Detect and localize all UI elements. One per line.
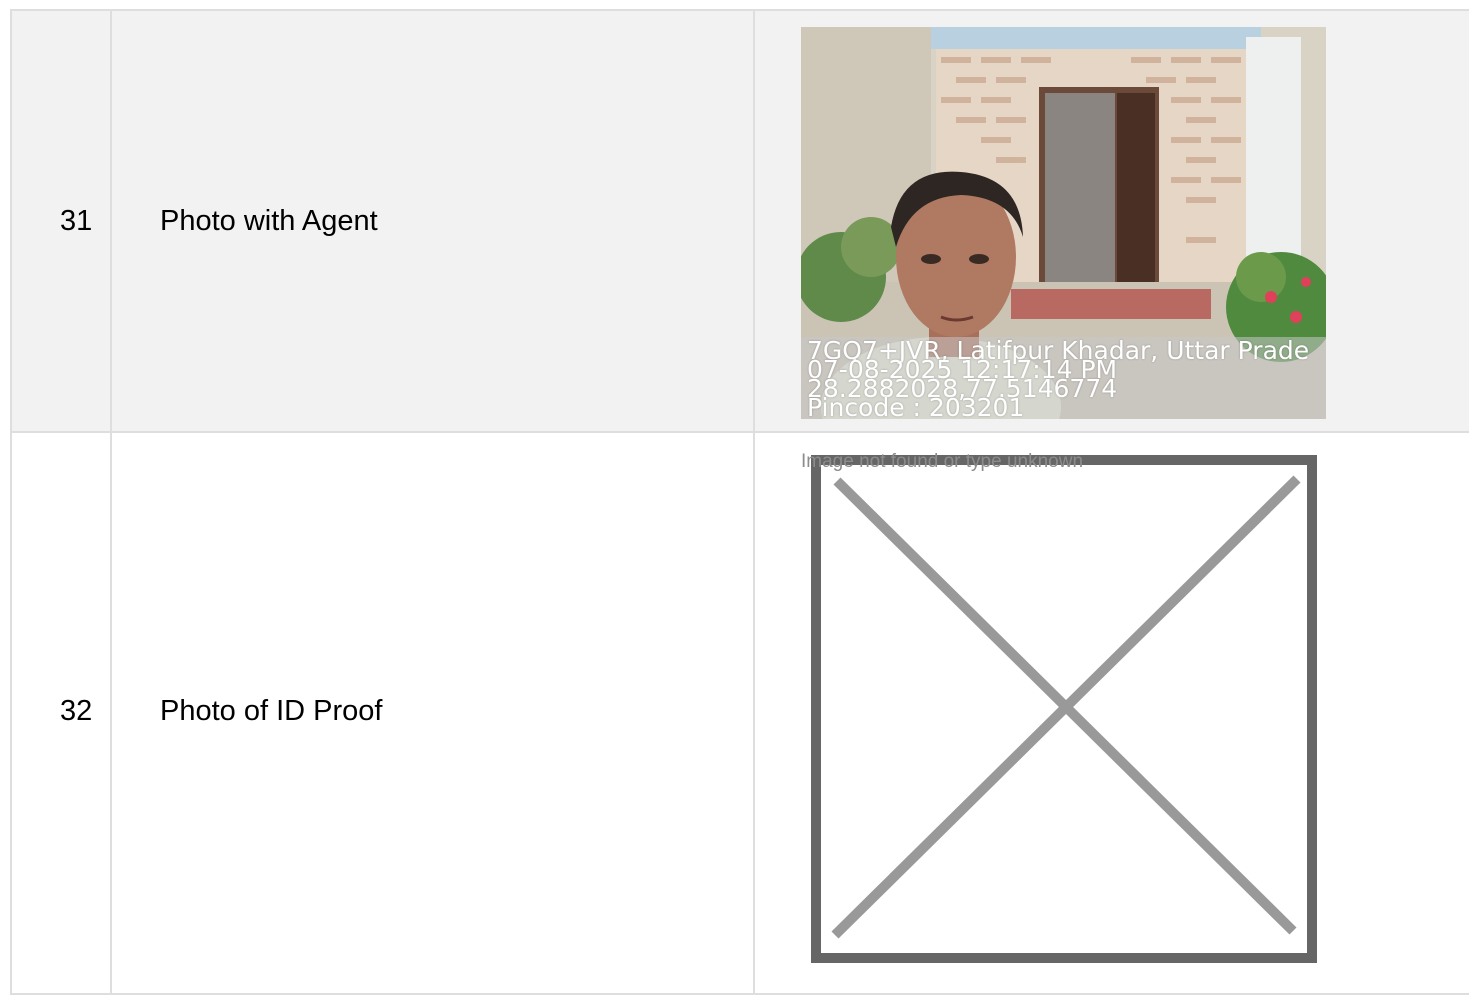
- broken-image-cross-icon: [811, 455, 1317, 963]
- agent-photo[interactable]: 7GQ7+JVR, Latifpur Khadar, Uttar Prade 0…: [801, 27, 1326, 419]
- photo-cell: Image not found or type unknown: [753, 431, 1469, 995]
- row-label: Photo with Agent: [110, 9, 755, 433]
- missing-image-placeholder: Image not found or type unknown: [801, 451, 1321, 991]
- row-label-text: Photo of ID Proof: [160, 695, 383, 727]
- row-number: 32: [10, 431, 112, 995]
- row-number: 31: [10, 9, 112, 433]
- missing-image-text: Image not found or type unknown: [801, 451, 1084, 472]
- row-label: Photo of ID Proof: [110, 431, 755, 995]
- photo-caption: 7GQ7+JVR, Latifpur Khadar, Uttar Prade 0…: [801, 337, 1326, 419]
- document-table: 31 Photo with Agent 7GQ7+JVR, Latifpur K…: [10, 9, 1469, 995]
- table-row: 31 Photo with Agent 7GQ7+JVR, Latifpur K…: [10, 9, 1469, 433]
- table-row: 32 Photo of ID Proof Image not found or …: [10, 431, 1469, 995]
- photo-cell: 7GQ7+JVR, Latifpur Khadar, Uttar Prade 0…: [753, 9, 1469, 433]
- row-number-text: 32: [60, 695, 93, 727]
